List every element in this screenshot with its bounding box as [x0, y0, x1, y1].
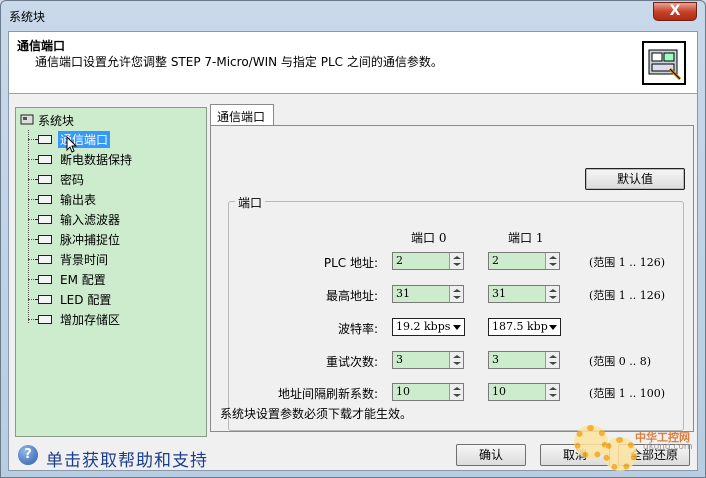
node-icon — [35, 314, 52, 324]
port0-plc-address-input[interactable]: 2 — [392, 252, 464, 270]
retry-count-range: (范围 0 .. 8) — [589, 355, 652, 368]
tree-item-label: EM 配置 — [60, 272, 106, 287]
port1-retry-count-input[interactable]: 3 — [488, 351, 560, 369]
folder-icon — [20, 113, 34, 128]
tree-root-label: 系统块 — [38, 113, 75, 128]
spin-arrows-icon[interactable] — [545, 352, 559, 368]
dropdown-arrow-icon[interactable] — [453, 325, 461, 330]
spin-value: 2 — [492, 254, 499, 267]
retry-count-label: 重试次数: — [325, 355, 378, 369]
tab-comm-port[interactable]: 通信端口 — [210, 104, 275, 126]
plc-address-range: (范围 1 .. 126) — [589, 256, 666, 269]
spin-arrows-icon[interactable] — [545, 384, 559, 400]
title-bar[interactable]: 系统块 X — [1, 1, 705, 31]
spin-arrows-icon[interactable] — [545, 286, 559, 302]
node-icon — [35, 234, 52, 244]
tree-item-label: LED 配置 — [60, 292, 112, 307]
close-button[interactable]: X — [653, 2, 697, 21]
port-groupbox: 端口 端口 0 端口 1 PLC 地址: 2 2 (范围 1 .. 126) 最… — [228, 194, 684, 431]
combo-value: 19.2 kbps — [396, 320, 451, 333]
spin-value: 3 — [396, 353, 403, 366]
port1-highest-address-input[interactable]: 31 — [488, 285, 560, 303]
tree-item-em-config[interactable]: EM 配置 — [28, 270, 108, 288]
spin-arrows-icon[interactable] — [449, 352, 463, 368]
node-icon — [35, 274, 52, 284]
spin-arrows-icon[interactable] — [449, 286, 463, 302]
tree-item-pulse-catch[interactable]: 脉冲捕捉位 — [28, 230, 122, 248]
plc-address-label: PLC 地址: — [323, 256, 378, 270]
port-group-label: 端口 — [235, 194, 266, 211]
tree-item-extra-memory[interactable]: 增加存储区 — [28, 310, 122, 328]
spin-value: 10 — [396, 385, 410, 398]
spin-arrows-icon[interactable] — [449, 384, 463, 400]
tree-item-label: 输入滤波器 — [60, 212, 121, 227]
watermark-url: gkong.com — [643, 442, 693, 452]
node-icon — [35, 134, 52, 144]
defaults-button[interactable]: 默认值 — [585, 168, 685, 190]
header-panel: 通信端口 通信端口设置允许您调整 STEP 7-Micro/WIN 与指定 PL… — [9, 32, 697, 94]
tree-item-label: 背景时间 — [60, 252, 109, 267]
help-icon[interactable]: ? — [18, 445, 38, 465]
tree-item-label: 密码 — [60, 172, 85, 187]
spin-value: 31 — [396, 287, 410, 300]
window-title: 系统块 — [9, 10, 46, 24]
download-note: 系统块设置参数必须下载才能生效。 — [220, 407, 413, 421]
tree-item-led-config[interactable]: LED 配置 — [28, 290, 113, 308]
tab-panel: 通信端口 默认值 端口 端口 0 端口 1 PLC 地址: 2 2 (范围 1 … — [210, 104, 694, 432]
tree-root[interactable]: 系统块 — [20, 111, 74, 129]
spin-value: 10 — [492, 385, 506, 398]
port0-highest-address-input[interactable]: 31 — [392, 285, 464, 303]
node-icon — [35, 254, 52, 264]
port0-baud-rate-select[interactable]: 19.2 kbps — [392, 318, 465, 336]
port1-baud-rate-select[interactable]: 187.5 kbp — [488, 318, 561, 336]
tree-item-label: 脉冲捕捉位 — [60, 232, 121, 247]
page-description: 通信端口设置允许您调整 STEP 7-Micro/WIN 与指定 PLC 之间的… — [35, 55, 443, 69]
settings-tree[interactable]: 系统块 通信端口 断电数据保持 密码 输出表 输入滤波器 脉冲捕捉位 背景时间 … — [15, 107, 207, 437]
tree-item-retentive[interactable]: 断电数据保持 — [28, 150, 134, 168]
port1-header: 端口 1 — [508, 231, 544, 245]
highest-address-label: 最高地址: — [325, 289, 378, 303]
help-link[interactable]: 单击获取帮助和支持 — [46, 446, 208, 471]
baud-rate-label: 波特率: — [337, 322, 378, 336]
node-icon — [35, 294, 52, 304]
dialog-client: 通信端口 通信端口设置允许您调整 STEP 7-Micro/WIN 与指定 PL… — [8, 31, 698, 471]
combo-value: 187.5 kbp — [492, 320, 548, 333]
spin-arrows-icon[interactable] — [449, 253, 463, 269]
page-title: 通信端口 — [17, 39, 66, 53]
highest-address-range: (范围 1 .. 126) — [589, 289, 666, 302]
node-icon — [35, 194, 52, 204]
system-block-icon — [642, 41, 686, 85]
port1-plc-address-input[interactable]: 2 — [488, 252, 560, 270]
spin-value: 3 — [492, 353, 499, 366]
ok-button[interactable]: 确认 — [456, 444, 526, 466]
dropdown-arrow-icon[interactable] — [549, 325, 557, 330]
gap-update-factor-range: (范围 1 .. 100) — [589, 387, 666, 400]
spin-value: 31 — [492, 287, 506, 300]
port0-retry-count-input[interactable]: 3 — [392, 351, 464, 369]
spin-value: 2 — [396, 254, 403, 267]
gap-update-factor-label: 地址间隔刷新系数: — [277, 387, 378, 401]
node-icon — [35, 174, 52, 184]
watermark-gear-icon — [603, 437, 637, 471]
system-block-window: 系统块 X 通信端口 通信端口设置允许您调整 STEP 7-Micro/WIN … — [0, 0, 706, 478]
tree-item-input-filter[interactable]: 输入滤波器 — [28, 210, 122, 228]
spin-arrows-icon[interactable] — [545, 253, 559, 269]
tree-item-background-time[interactable]: 背景时间 — [28, 250, 110, 268]
tree-item-password[interactable]: 密码 — [28, 170, 86, 188]
tree-item-output-table[interactable]: 输出表 — [28, 190, 98, 208]
port1-gap-update-factor-input[interactable]: 10 — [488, 383, 560, 401]
node-icon — [35, 154, 52, 164]
tab-body: 默认值 端口 端口 0 端口 1 PLC 地址: 2 2 (范围 1 .. 12… — [210, 125, 694, 432]
port0-gap-update-factor-input[interactable]: 10 — [392, 383, 464, 401]
node-icon — [35, 214, 52, 224]
port0-header: 端口 0 — [411, 231, 447, 245]
tree-item-label: 增加存储区 — [60, 312, 121, 327]
mouse-cursor-icon — [66, 135, 78, 157]
tree-item-label: 输出表 — [60, 192, 97, 207]
